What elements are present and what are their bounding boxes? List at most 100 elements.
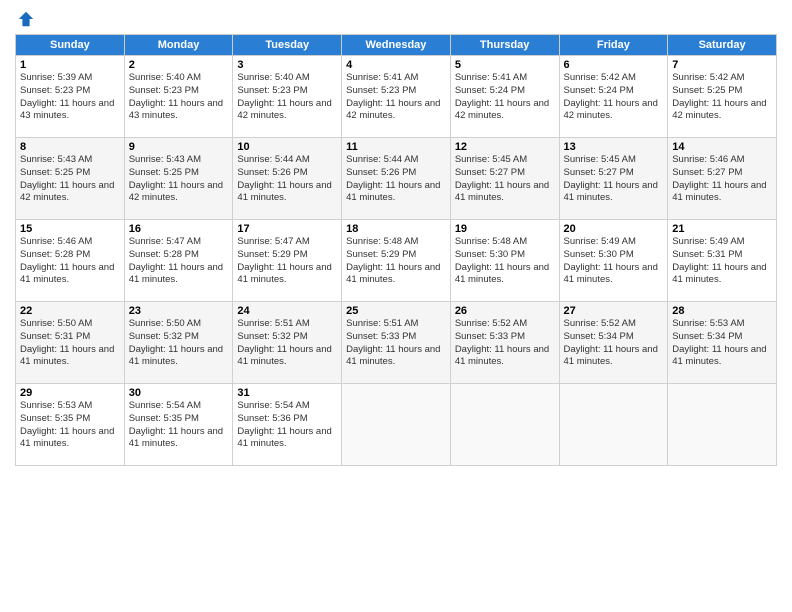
dow-header: Monday xyxy=(124,35,233,56)
calendar-cell: 11 Sunrise: 5:44 AMSunset: 5:26 PMDaylig… xyxy=(342,138,451,220)
calendar-week-row: 8 Sunrise: 5:43 AMSunset: 5:25 PMDayligh… xyxy=(16,138,777,220)
calendar-cell: 13 Sunrise: 5:45 AMSunset: 5:27 PMDaylig… xyxy=(559,138,668,220)
calendar-cell: 29 Sunrise: 5:53 AMSunset: 5:35 PMDaylig… xyxy=(16,384,125,466)
day-number: 3 xyxy=(237,59,337,71)
logo xyxy=(15,10,35,28)
day-info: Sunrise: 5:53 AMSunset: 5:35 PMDaylight:… xyxy=(20,400,114,449)
day-number: 25 xyxy=(346,305,446,317)
day-number: 11 xyxy=(346,141,446,153)
day-info: Sunrise: 5:45 AMSunset: 5:27 PMDaylight:… xyxy=(455,154,549,203)
day-info: Sunrise: 5:47 AMSunset: 5:29 PMDaylight:… xyxy=(237,236,331,285)
calendar-cell: 3 Sunrise: 5:40 AMSunset: 5:23 PMDayligh… xyxy=(233,56,342,138)
day-number: 21 xyxy=(672,223,772,235)
dow-header: Tuesday xyxy=(233,35,342,56)
day-info: Sunrise: 5:54 AMSunset: 5:35 PMDaylight:… xyxy=(129,400,223,449)
calendar-cell: 21 Sunrise: 5:49 AMSunset: 5:31 PMDaylig… xyxy=(668,220,777,302)
calendar-cell: 5 Sunrise: 5:41 AMSunset: 5:24 PMDayligh… xyxy=(450,56,559,138)
calendar-cell: 23 Sunrise: 5:50 AMSunset: 5:32 PMDaylig… xyxy=(124,302,233,384)
day-number: 8 xyxy=(20,141,120,153)
day-number: 30 xyxy=(129,387,229,399)
calendar-cell: 20 Sunrise: 5:49 AMSunset: 5:30 PMDaylig… xyxy=(559,220,668,302)
day-number: 29 xyxy=(20,387,120,399)
calendar-week-row: 1 Sunrise: 5:39 AMSunset: 5:23 PMDayligh… xyxy=(16,56,777,138)
header xyxy=(15,10,777,28)
day-info: Sunrise: 5:40 AMSunset: 5:23 PMDaylight:… xyxy=(237,72,331,121)
day-info: Sunrise: 5:49 AMSunset: 5:30 PMDaylight:… xyxy=(564,236,658,285)
day-info: Sunrise: 5:51 AMSunset: 5:32 PMDaylight:… xyxy=(237,318,331,367)
day-info: Sunrise: 5:42 AMSunset: 5:24 PMDaylight:… xyxy=(564,72,658,121)
day-info: Sunrise: 5:43 AMSunset: 5:25 PMDaylight:… xyxy=(20,154,114,203)
day-info: Sunrise: 5:39 AMSunset: 5:23 PMDaylight:… xyxy=(20,72,114,121)
dow-header: Thursday xyxy=(450,35,559,56)
day-info: Sunrise: 5:50 AMSunset: 5:32 PMDaylight:… xyxy=(129,318,223,367)
day-info: Sunrise: 5:52 AMSunset: 5:33 PMDaylight:… xyxy=(455,318,549,367)
day-info: Sunrise: 5:48 AMSunset: 5:29 PMDaylight:… xyxy=(346,236,440,285)
day-info: Sunrise: 5:47 AMSunset: 5:28 PMDaylight:… xyxy=(129,236,223,285)
day-number: 4 xyxy=(346,59,446,71)
dow-header: Wednesday xyxy=(342,35,451,56)
calendar-cell: 9 Sunrise: 5:43 AMSunset: 5:25 PMDayligh… xyxy=(124,138,233,220)
calendar-cell: 12 Sunrise: 5:45 AMSunset: 5:27 PMDaylig… xyxy=(450,138,559,220)
calendar-cell: 25 Sunrise: 5:51 AMSunset: 5:33 PMDaylig… xyxy=(342,302,451,384)
dow-header: Friday xyxy=(559,35,668,56)
day-info: Sunrise: 5:40 AMSunset: 5:23 PMDaylight:… xyxy=(129,72,223,121)
dow-header: Saturday xyxy=(668,35,777,56)
calendar-week-row: 15 Sunrise: 5:46 AMSunset: 5:28 PMDaylig… xyxy=(16,220,777,302)
day-info: Sunrise: 5:45 AMSunset: 5:27 PMDaylight:… xyxy=(564,154,658,203)
day-number: 1 xyxy=(20,59,120,71)
day-info: Sunrise: 5:43 AMSunset: 5:25 PMDaylight:… xyxy=(129,154,223,203)
day-info: Sunrise: 5:46 AMSunset: 5:27 PMDaylight:… xyxy=(672,154,766,203)
day-number: 31 xyxy=(237,387,337,399)
day-info: Sunrise: 5:44 AMSunset: 5:26 PMDaylight:… xyxy=(237,154,331,203)
day-number: 7 xyxy=(672,59,772,71)
day-info: Sunrise: 5:46 AMSunset: 5:28 PMDaylight:… xyxy=(20,236,114,285)
logo-icon xyxy=(17,10,35,28)
calendar-cell: 22 Sunrise: 5:50 AMSunset: 5:31 PMDaylig… xyxy=(16,302,125,384)
day-number: 24 xyxy=(237,305,337,317)
calendar-cell: 27 Sunrise: 5:52 AMSunset: 5:34 PMDaylig… xyxy=(559,302,668,384)
calendar-cell: 4 Sunrise: 5:41 AMSunset: 5:23 PMDayligh… xyxy=(342,56,451,138)
day-number: 2 xyxy=(129,59,229,71)
calendar-week-row: 29 Sunrise: 5:53 AMSunset: 5:35 PMDaylig… xyxy=(16,384,777,466)
days-of-week-row: SundayMondayTuesdayWednesdayThursdayFrid… xyxy=(16,35,777,56)
day-info: Sunrise: 5:49 AMSunset: 5:31 PMDaylight:… xyxy=(672,236,766,285)
calendar-cell: 7 Sunrise: 5:42 AMSunset: 5:25 PMDayligh… xyxy=(668,56,777,138)
day-number: 10 xyxy=(237,141,337,153)
calendar-cell xyxy=(559,384,668,466)
calendar-cell xyxy=(450,384,559,466)
day-number: 18 xyxy=(346,223,446,235)
day-info: Sunrise: 5:51 AMSunset: 5:33 PMDaylight:… xyxy=(346,318,440,367)
day-number: 14 xyxy=(672,141,772,153)
dow-header: Sunday xyxy=(16,35,125,56)
day-number: 19 xyxy=(455,223,555,235)
day-number: 27 xyxy=(564,305,664,317)
day-number: 5 xyxy=(455,59,555,71)
day-number: 23 xyxy=(129,305,229,317)
day-info: Sunrise: 5:52 AMSunset: 5:34 PMDaylight:… xyxy=(564,318,658,367)
day-info: Sunrise: 5:42 AMSunset: 5:25 PMDaylight:… xyxy=(672,72,766,121)
calendar-cell: 1 Sunrise: 5:39 AMSunset: 5:23 PMDayligh… xyxy=(16,56,125,138)
day-info: Sunrise: 5:54 AMSunset: 5:36 PMDaylight:… xyxy=(237,400,331,449)
day-info: Sunrise: 5:44 AMSunset: 5:26 PMDaylight:… xyxy=(346,154,440,203)
day-info: Sunrise: 5:41 AMSunset: 5:24 PMDaylight:… xyxy=(455,72,549,121)
day-number: 12 xyxy=(455,141,555,153)
calendar-cell: 18 Sunrise: 5:48 AMSunset: 5:29 PMDaylig… xyxy=(342,220,451,302)
calendar-cell: 26 Sunrise: 5:52 AMSunset: 5:33 PMDaylig… xyxy=(450,302,559,384)
day-info: Sunrise: 5:48 AMSunset: 5:30 PMDaylight:… xyxy=(455,236,549,285)
calendar-cell: 19 Sunrise: 5:48 AMSunset: 5:30 PMDaylig… xyxy=(450,220,559,302)
page: SundayMondayTuesdayWednesdayThursdayFrid… xyxy=(0,0,792,612)
calendar-cell: 2 Sunrise: 5:40 AMSunset: 5:23 PMDayligh… xyxy=(124,56,233,138)
day-info: Sunrise: 5:53 AMSunset: 5:34 PMDaylight:… xyxy=(672,318,766,367)
day-number: 13 xyxy=(564,141,664,153)
calendar-cell xyxy=(668,384,777,466)
calendar-cell: 16 Sunrise: 5:47 AMSunset: 5:28 PMDaylig… xyxy=(124,220,233,302)
calendar-cell xyxy=(342,384,451,466)
day-info: Sunrise: 5:41 AMSunset: 5:23 PMDaylight:… xyxy=(346,72,440,121)
calendar-cell: 24 Sunrise: 5:51 AMSunset: 5:32 PMDaylig… xyxy=(233,302,342,384)
calendar-cell: 8 Sunrise: 5:43 AMSunset: 5:25 PMDayligh… xyxy=(16,138,125,220)
day-number: 6 xyxy=(564,59,664,71)
calendar-cell: 28 Sunrise: 5:53 AMSunset: 5:34 PMDaylig… xyxy=(668,302,777,384)
calendar-cell: 30 Sunrise: 5:54 AMSunset: 5:35 PMDaylig… xyxy=(124,384,233,466)
calendar-cell: 31 Sunrise: 5:54 AMSunset: 5:36 PMDaylig… xyxy=(233,384,342,466)
day-number: 26 xyxy=(455,305,555,317)
